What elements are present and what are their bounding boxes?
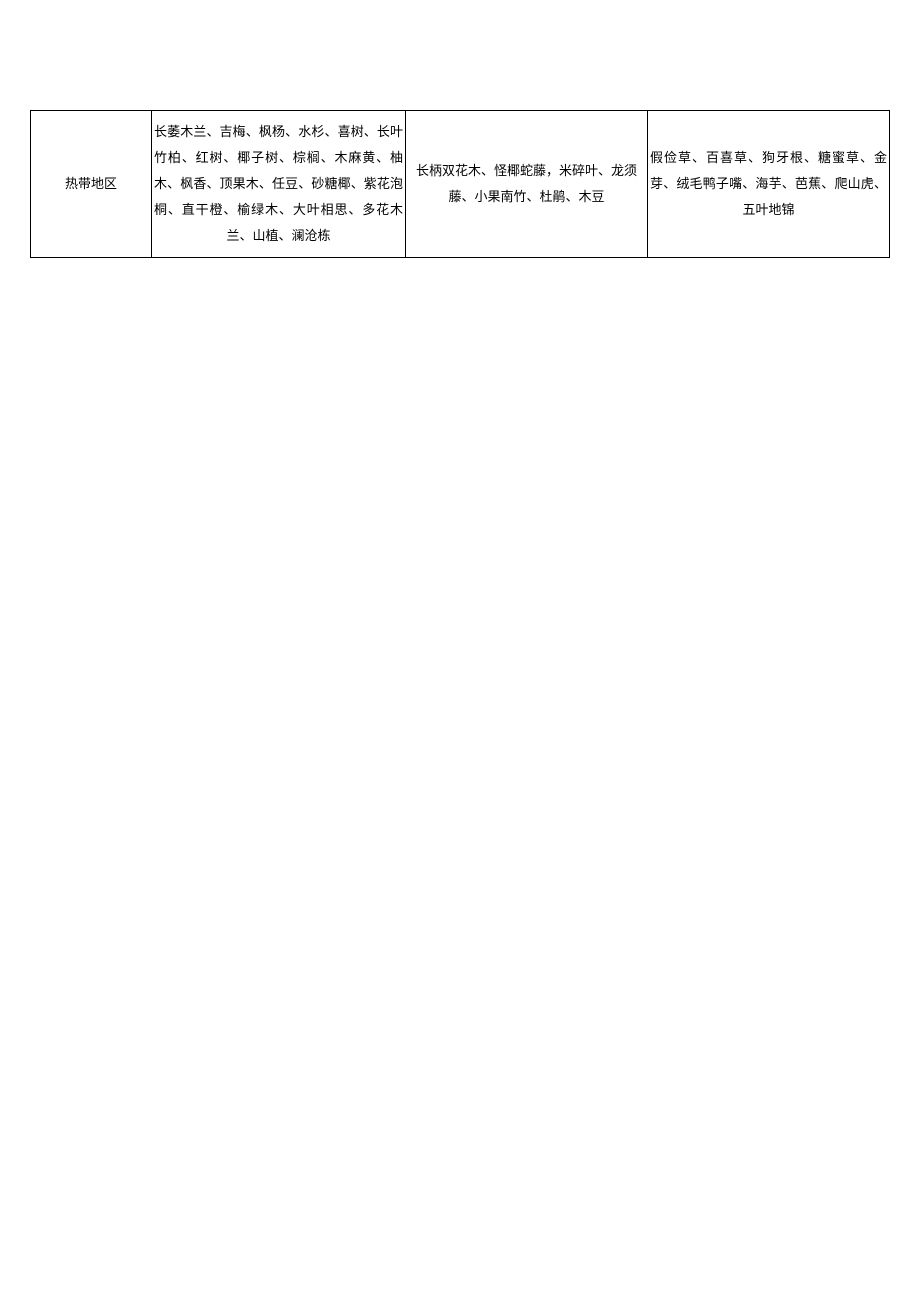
trees-cell: 长萎木兰、吉梅、枫杨、水杉、喜树、长叶竹柏、红树、椰子树、棕榈、木麻黄、柚木、枫… (151, 111, 405, 258)
grasses-cell: 假俭草、百喜草、狗牙根、糖蜜草、金芽、绒毛鸭子嘴、海芋、芭蕉、爬山虎、五叶地锦 (648, 111, 890, 258)
shrubs-cell: 长柄双花木、怪椰蛇藤，米碎叶、龙须藤、小果南竹、杜鹃、木豆 (406, 111, 648, 258)
region-cell: 热带地区 (31, 111, 152, 258)
table-row: 热带地区 长萎木兰、吉梅、枫杨、水杉、喜树、长叶竹柏、红树、椰子树、棕榈、木麻黄… (31, 111, 890, 258)
plants-table: 热带地区 长萎木兰、吉梅、枫杨、水杉、喜树、长叶竹柏、红树、椰子树、棕榈、木麻黄… (30, 110, 890, 258)
